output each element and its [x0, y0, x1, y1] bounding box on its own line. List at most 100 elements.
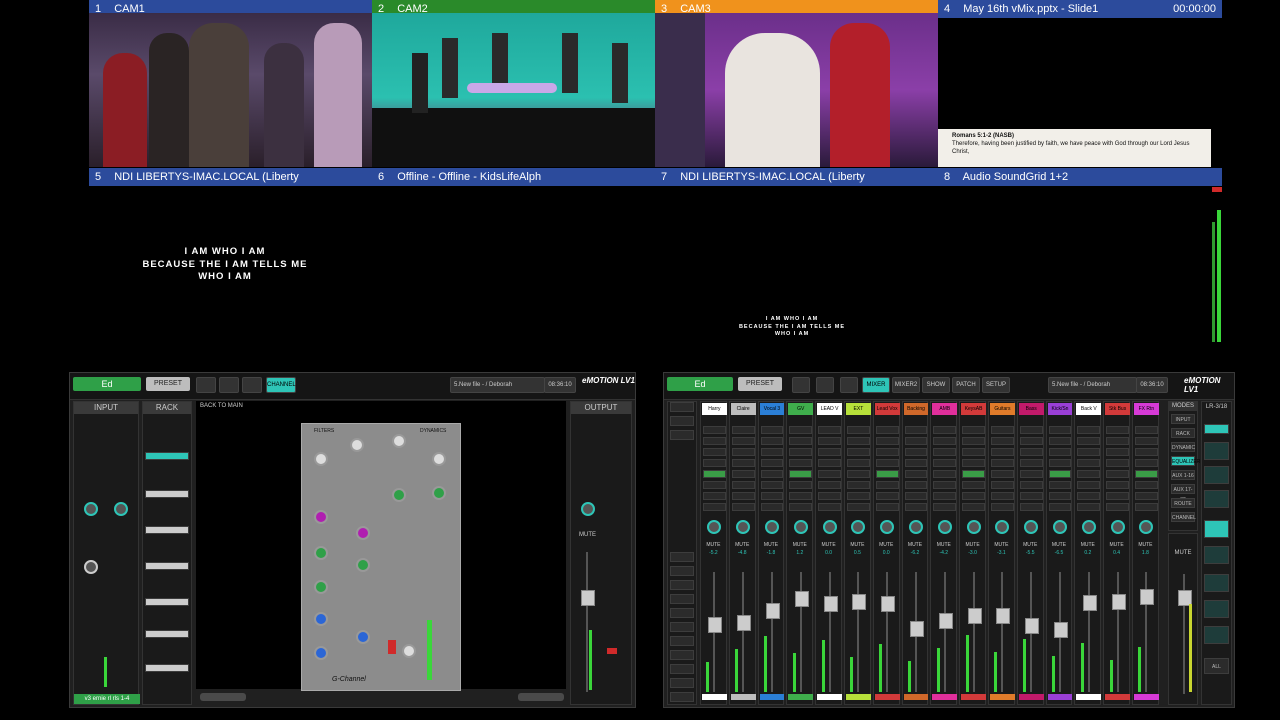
mute-label[interactable]: MUTE [845, 542, 870, 548]
aux-send-slot[interactable] [703, 492, 726, 500]
aux-send-slot[interactable] [760, 481, 784, 489]
aux-send-slot[interactable] [933, 492, 957, 500]
channel-name-tab[interactable]: EXT [846, 403, 871, 415]
mode-equalizer[interactable]: EQUALIZER [1171, 456, 1200, 466]
rack-slot[interactable] [145, 562, 189, 570]
aux-send-slot[interactable] [703, 437, 726, 445]
threshold-knob[interactable] [392, 434, 406, 448]
hmf-freq-knob[interactable] [356, 558, 370, 572]
all-button[interactable]: ALL [1204, 658, 1229, 674]
aux-send-slot[interactable] [875, 426, 899, 434]
rack-slot[interactable] [145, 598, 189, 606]
channel-name-tab[interactable]: GV [788, 403, 814, 415]
aux-send-slot[interactable] [875, 503, 899, 511]
aux-send-slot[interactable] [1048, 426, 1072, 434]
channel-fader[interactable] [852, 594, 867, 610]
mute-label[interactable]: MUTE [903, 542, 928, 548]
channel-fader[interactable] [967, 608, 982, 624]
pan-knob[interactable] [84, 560, 98, 574]
layer-button[interactable] [670, 552, 694, 562]
aux-send-slot[interactable] [731, 470, 755, 478]
mute-label[interactable]: MUTE [787, 542, 812, 548]
aux-send-slot[interactable] [904, 481, 928, 489]
layer-button[interactable] [670, 622, 694, 632]
mute-label[interactable]: MUTE [874, 542, 899, 548]
aux-send-slot[interactable] [847, 470, 870, 478]
rack-slot[interactable] [145, 526, 189, 534]
aux-send-slot[interactable] [875, 470, 899, 478]
mute-label[interactable]: MUTE [730, 542, 755, 548]
aux-send-slot[interactable] [1019, 448, 1043, 456]
channel-fader[interactable] [708, 616, 723, 633]
aux-send-slot[interactable] [991, 470, 1014, 478]
channel-fader[interactable] [1111, 594, 1126, 611]
aux-send-slot[interactable] [962, 503, 985, 511]
aux-send-slot[interactable] [991, 492, 1014, 500]
aux-send-slot[interactable] [904, 426, 928, 434]
aux-send-slot[interactable] [1077, 426, 1101, 434]
channel-fader[interactable] [765, 603, 780, 620]
mute-label[interactable]: MUTE [1104, 542, 1129, 548]
mute-label[interactable]: MUTE [931, 542, 956, 548]
aux-send-slot[interactable] [1077, 437, 1101, 445]
rack-slot[interactable] [145, 490, 189, 498]
aux-send-slot[interactable] [731, 503, 755, 511]
aux-send-slot[interactable] [1048, 437, 1072, 445]
custom-button[interactable] [1204, 424, 1229, 434]
aux-send-slot[interactable] [904, 448, 928, 456]
aux-send-slot[interactable] [933, 470, 957, 478]
aux-send-slot[interactable] [1048, 481, 1072, 489]
aux-send-slot[interactable] [1077, 503, 1101, 511]
cue-solo-button[interactable] [196, 377, 216, 393]
layer-button[interactable] [670, 402, 694, 412]
ratio-knob[interactable] [432, 452, 446, 466]
aux-send-slot[interactable] [875, 459, 899, 467]
channel-name-tab[interactable]: Lead Vox [874, 403, 900, 415]
hpf-knob[interactable] [314, 452, 328, 466]
tab-channel[interactable]: CHANNEL [266, 377, 296, 393]
aux-send-slot[interactable] [933, 448, 957, 456]
tab-mixer[interactable]: MIXER [862, 377, 890, 393]
channel-name-tab[interactable]: AMB [932, 403, 958, 415]
aux-send-slot[interactable] [818, 470, 841, 478]
aux-send-slot[interactable] [1135, 437, 1158, 445]
aux-send-slot[interactable] [962, 437, 985, 445]
monitor-button[interactable] [1204, 626, 1229, 644]
hf-freq-knob[interactable] [356, 526, 370, 540]
talk-button[interactable] [219, 377, 239, 393]
monitor-button[interactable] [1204, 600, 1229, 618]
aux-send-slot[interactable] [962, 481, 985, 489]
rack-slot[interactable] [145, 452, 189, 460]
aux-send-slot[interactable] [789, 426, 813, 434]
aux-send-slot[interactable] [1048, 448, 1072, 456]
aux-send-slot[interactable] [904, 459, 928, 467]
aux-send-slot[interactable] [904, 503, 928, 511]
aux-send-slot[interactable] [703, 426, 726, 434]
lmf-gain-knob[interactable] [314, 580, 328, 594]
mute-label[interactable]: MUTE [960, 542, 985, 548]
aux-send-slot[interactable] [962, 459, 985, 467]
output-fader[interactable] [581, 590, 595, 606]
aux-send-slot[interactable] [1135, 448, 1158, 456]
channel-name-tab[interactable]: Harry [702, 403, 727, 415]
channel-fader[interactable] [909, 620, 924, 637]
aux-send-slot[interactable] [789, 481, 813, 489]
layer-button[interactable] [670, 650, 694, 660]
lpf-knob[interactable] [350, 438, 364, 452]
aux-send-slot[interactable] [847, 426, 870, 434]
rack-slot[interactable] [145, 664, 189, 672]
tile-cam2[interactable]: 2 CAM2 [372, 0, 655, 167]
tile-label-bar-5[interactable]: 5 NDI LIBERTYS-IMAC.LOCAL (Liberty [89, 168, 372, 186]
aux-send-slot[interactable] [1135, 470, 1158, 478]
aux-send-slot[interactable] [818, 492, 841, 500]
preset-button[interactable]: PRESET [738, 377, 782, 391]
aux-send-slot[interactable] [1019, 503, 1043, 511]
aux-send-slot[interactable] [1106, 503, 1129, 511]
layer-button[interactable] [670, 580, 694, 590]
aux-send-slot[interactable] [818, 448, 841, 456]
aux-send-slot[interactable] [1077, 459, 1101, 467]
aux-send-slot[interactable] [731, 492, 755, 500]
channel-fader[interactable] [996, 608, 1011, 625]
trim-knob[interactable] [84, 502, 98, 516]
aux-send-slot[interactable] [847, 448, 870, 456]
